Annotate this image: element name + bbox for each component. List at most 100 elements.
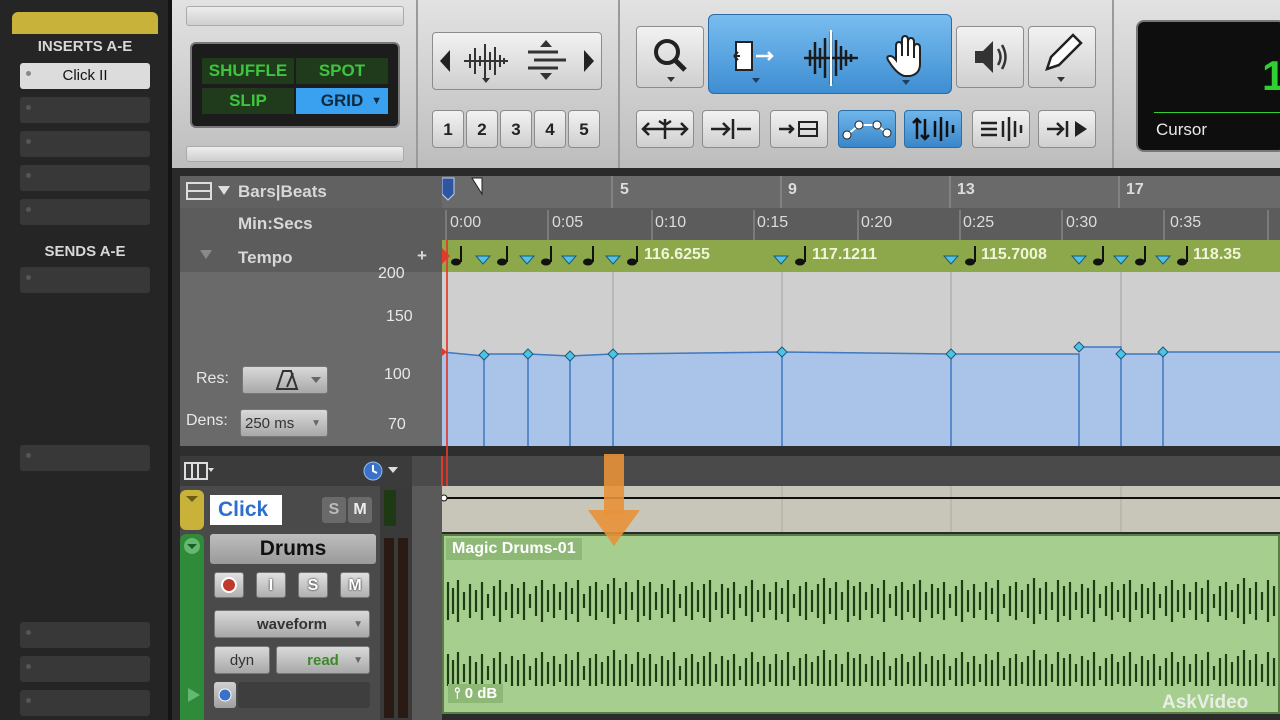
send-slot-drums-a[interactable]: [20, 622, 150, 648]
y-tick-label: 200: [378, 265, 405, 282]
automation-follows-edit-button[interactable]: [904, 110, 962, 148]
scroll-options-button[interactable]: [1038, 110, 1096, 148]
send-slot-a[interactable]: [20, 267, 150, 293]
track-scale-gutter: [412, 486, 442, 720]
sends-header: SENDS A-E: [44, 243, 126, 260]
min-secs-label: Min:Secs: [238, 214, 313, 233]
region-gain-badge: ⫯ 0 dB: [448, 684, 504, 703]
waveform-display: [446, 578, 1276, 686]
graph-divider: [180, 446, 442, 456]
zoom-preset-1[interactable]: 1: [432, 110, 464, 148]
zoomer-tool-button[interactable]: [636, 26, 704, 88]
time-label: 0:30: [1066, 214, 1098, 231]
zoom-preset-3[interactable]: 3: [500, 110, 532, 148]
insert-slot-e[interactable]: [20, 199, 150, 225]
drums-track-name[interactable]: Drums: [210, 534, 376, 564]
link-track-button[interactable]: [770, 110, 828, 148]
automation-breakpoints-icon: [842, 120, 892, 140]
audio-region[interactable]: Magic Drums-01 ⫯ 0 dB: [442, 534, 1280, 714]
y-tick-label: 70: [388, 416, 406, 433]
toolbar-divider: [416, 0, 418, 168]
click-solo-button[interactable]: S: [322, 497, 346, 523]
resolution-dropdown[interactable]: [242, 366, 328, 394]
drums-solo-button[interactable]: S: [298, 572, 328, 598]
tempo-value: 116.6255: [644, 246, 710, 263]
zoom-preset-4[interactable]: 4: [534, 110, 566, 148]
drums-mute-button[interactable]: M: [340, 572, 370, 598]
track-view-icon[interactable]: [184, 462, 214, 480]
tab-to-transient-button[interactable]: [636, 110, 694, 148]
timebase-clock-icon[interactable]: [362, 460, 402, 482]
time-label: 0:00: [450, 214, 482, 231]
insert-bars-icon: [779, 121, 818, 137]
tempo-value: 118.35: [1193, 246, 1242, 263]
collapse-track-icon[interactable]: [180, 490, 204, 506]
graph-divider: [442, 446, 1280, 456]
tempo-disclosure-icon[interactable]: [200, 250, 212, 260]
density-value: 250 ms: [245, 415, 295, 432]
time-label: 0:10: [655, 214, 687, 231]
click-track-name[interactable]: Click: [210, 495, 282, 525]
zoom-in-horizontal-icon[interactable]: [582, 48, 596, 74]
timebase-icon: [218, 688, 232, 702]
record-enable-button[interactable]: [214, 572, 244, 598]
zoom-preset-2[interactable]: 2: [466, 110, 498, 148]
ruler-view-icon[interactable]: [186, 182, 212, 200]
link-timeline-button[interactable]: [702, 110, 760, 148]
bar-label-17: 17: [1126, 181, 1144, 198]
toolbar-strip: [186, 146, 404, 162]
track-list-header: [180, 456, 412, 486]
shuffle-mode-button[interactable]: SHUFFLE: [202, 58, 294, 84]
density-dropdown[interactable]: 250 ms ▼: [240, 409, 328, 437]
down-arrow-icon: [588, 454, 640, 548]
midi-zoom-icon[interactable]: [522, 38, 570, 84]
send-slot-drums-b[interactable]: [20, 656, 150, 682]
audio-zoom-icon[interactable]: [462, 38, 510, 84]
grabber-tool-button[interactable]: [874, 28, 940, 88]
scrubber-tool-button[interactable]: [956, 26, 1024, 88]
density-label: Dens:: [186, 412, 228, 429]
toolbar-divider: [1112, 0, 1114, 168]
track-view-dropdown[interactable]: waveform ▼: [214, 610, 370, 638]
elastic-audio-slot[interactable]: [238, 682, 370, 708]
bar-label-13: 13: [957, 181, 975, 198]
insertion-follows-playback-button[interactable]: [972, 110, 1030, 148]
playlist-button[interactable]: dyn: [214, 646, 270, 674]
pencil-tool-button[interactable]: [1028, 26, 1096, 88]
automation-mode-dropdown[interactable]: read ▼: [276, 646, 370, 674]
chevron-down-icon: ▼: [371, 95, 382, 107]
bars-beats-label: Bars|Beats: [238, 182, 327, 201]
input-monitor-button[interactable]: I: [256, 572, 286, 598]
magnifier-icon: [654, 39, 687, 82]
timebase-button[interactable]: [214, 682, 236, 708]
track-color-bar: [12, 12, 158, 34]
grid-mode-button[interactable]: GRID ▼: [296, 88, 388, 114]
click-track-lane[interactable]: [442, 486, 1280, 532]
insert-slot-d[interactable]: [20, 165, 150, 191]
cursor-label: Cursor: [1156, 120, 1208, 139]
slip-mode-button[interactable]: SLIP: [202, 88, 294, 114]
tempo-graph[interactable]: [442, 272, 1280, 446]
chevron-down-icon: ▼: [353, 619, 363, 630]
play-arrow-icon[interactable]: [188, 688, 200, 702]
chevron-down-icon: ▼: [311, 418, 321, 429]
trim-tool-button[interactable]: [722, 28, 788, 88]
time-label: 0:20: [861, 214, 893, 231]
insert-slot-c[interactable]: [20, 131, 150, 157]
insert-slot-b[interactable]: [20, 97, 150, 123]
insert-slot-a[interactable]: Click II: [20, 63, 150, 89]
bar-label-5: 5: [620, 181, 629, 198]
disclosure-triangle-icon[interactable]: [218, 186, 230, 196]
send-slot-drums-c[interactable]: [20, 690, 150, 716]
zoom-out-horizontal-icon[interactable]: [438, 48, 452, 74]
spot-mode-button[interactable]: SPOT: [296, 58, 388, 84]
collapse-track-icon[interactable]: [180, 534, 204, 558]
mirror-midi-button[interactable]: [838, 110, 896, 148]
insert-slot-drums-a[interactable]: [20, 445, 150, 471]
click-mute-button[interactable]: M: [348, 497, 372, 523]
zoom-preset-5[interactable]: 5: [568, 110, 600, 148]
y-tick-label: 100: [384, 366, 411, 383]
click-volume-line: [442, 486, 1280, 532]
add-tempo-button[interactable]: +: [417, 246, 427, 266]
selector-tool-button[interactable]: [798, 28, 864, 88]
